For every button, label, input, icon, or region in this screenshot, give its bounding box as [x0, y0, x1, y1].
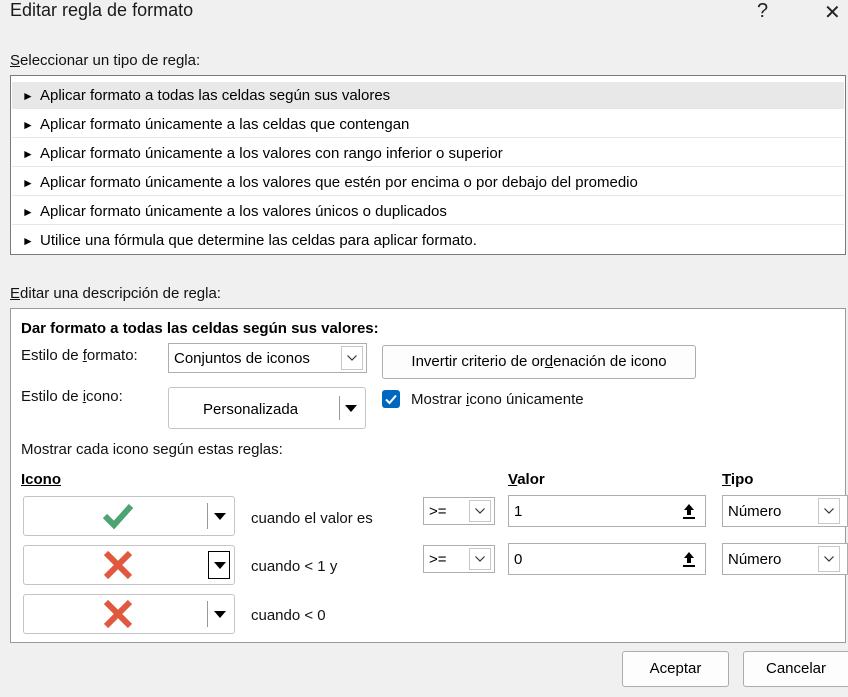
- icon-style-value: Personalizada: [203, 401, 299, 418]
- dropdown-arrow-icon[interactable]: [214, 513, 226, 520]
- rule-type-item[interactable]: ► Aplicar formato únicamente a los valore…: [12, 198, 844, 225]
- rule-type-item-label: Utilice una fórmula que determine las ce…: [40, 232, 477, 249]
- bullet-icon: ►: [22, 176, 34, 190]
- icon-select-1[interactable]: [23, 496, 235, 536]
- close-button[interactable]: ✕: [824, 0, 841, 25]
- reverse-icon-order-button[interactable]: Invertir criterio de ordenación de icono: [382, 345, 696, 379]
- red-x-icon: [103, 550, 133, 580]
- chevron-down-icon[interactable]: [818, 546, 840, 572]
- type-select-2[interactable]: Número: [722, 543, 848, 575]
- bullet-icon: ►: [22, 89, 34, 103]
- green-check-icon: [102, 503, 134, 530]
- show-icon-only-checkbox[interactable]: [382, 390, 400, 408]
- collapse-dialog-icon[interactable]: [676, 499, 702, 523]
- dropdown-arrow-icon[interactable]: [345, 405, 357, 412]
- icon-style-separator: [339, 396, 340, 420]
- chevron-down-icon[interactable]: [341, 346, 363, 370]
- icon-select-3[interactable]: [23, 594, 235, 634]
- condition-label-3: cuando < 0: [251, 607, 326, 624]
- description-label-text: ditar una descripción de regla:: [20, 285, 221, 302]
- cancel-button[interactable]: Cancelar: [743, 651, 848, 687]
- description-panel: Dar formato a todas las celdas según sus…: [10, 308, 848, 643]
- value-input-2[interactable]: 0: [508, 543, 706, 575]
- value-text-2: 0: [514, 551, 523, 568]
- dropdown-arrow-icon[interactable]: [214, 562, 226, 569]
- rule-type-item[interactable]: ► Aplicar formato únicamente a las celdas…: [12, 111, 844, 138]
- value-text-1: 1: [514, 503, 523, 520]
- operator-value-1: >=: [429, 503, 447, 520]
- bullet-icon: ►: [22, 234, 34, 248]
- operator-select-2[interactable]: >=: [423, 545, 495, 573]
- type-value-1: Número: [728, 503, 782, 520]
- icon-rules-label: Mostrar cada icono según estas reglas:: [21, 441, 283, 458]
- rule-type-label-text: eleccionar un tipo de regla:: [20, 52, 201, 69]
- chevron-down-icon[interactable]: [818, 498, 840, 524]
- checkmark-icon: [385, 394, 397, 405]
- rule-type-item-label: Aplicar formato únicamente a las celdas …: [40, 116, 410, 133]
- rule-type-item-label: Aplicar formato únicamente a los valores…: [40, 174, 638, 191]
- rule-type-label: Seleccionar un tipo de regla:: [10, 52, 200, 69]
- rule-type-item[interactable]: ► Aplicar formato únicamente a los valore…: [12, 169, 844, 196]
- icon-select-separator: [207, 601, 208, 627]
- rule-type-label-mnemonic: S: [10, 52, 21, 69]
- value-input-1[interactable]: 1: [508, 495, 706, 527]
- column-header-value: Valor: [508, 471, 545, 488]
- format-style-select[interactable]: Conjuntos de iconos: [168, 343, 367, 373]
- rule-type-item-label: Aplicar formato únicamente a los valores…: [40, 203, 447, 220]
- rule-type-item[interactable]: ► Utilice una fórmula que determine las c…: [12, 227, 844, 254]
- description-label-mnemonic: E: [10, 285, 21, 302]
- description-label: Editar una descripción de regla:: [10, 285, 221, 302]
- accept-button[interactable]: Aceptar: [622, 651, 729, 687]
- chevron-down-icon[interactable]: [469, 500, 491, 522]
- bullet-icon: ►: [22, 118, 34, 132]
- chevron-down-icon[interactable]: [469, 548, 491, 570]
- condition-label-2: cuando < 1 y: [251, 558, 338, 575]
- condition-label-1: cuando el valor es: [251, 510, 373, 527]
- rule-type-item-label: Aplicar formato únicamente a los valores…: [40, 145, 503, 162]
- help-button[interactable]: ?: [757, 0, 768, 23]
- type-value-2: Número: [728, 551, 782, 568]
- description-heading: Dar formato a todas las celdas según sus…: [21, 320, 379, 337]
- icon-style-label: Estilo de icono:: [21, 388, 123, 405]
- rule-type-list[interactable]: ► Aplicar formato a todas las celdas segú…: [10, 75, 846, 255]
- icon-select-separator: [207, 503, 208, 529]
- dropdown-arrow-icon[interactable]: [214, 611, 226, 618]
- icon-style-select[interactable]: Personalizada: [168, 387, 366, 429]
- dialog-title: Editar regla de formato: [10, 0, 194, 20]
- rule-type-item[interactable]: ► Aplicar formato únicamente a los valore…: [12, 140, 844, 167]
- format-style-value: Conjuntos de iconos: [174, 350, 310, 367]
- red-x-icon: [103, 599, 133, 629]
- rule-type-item-label: Aplicar formato a todas las celdas según…: [40, 87, 391, 104]
- format-style-label: Estilo de formato:: [21, 347, 138, 364]
- operator-select-1[interactable]: >=: [423, 497, 495, 525]
- rule-type-item[interactable]: ► Aplicar formato a todas las celdas segú…: [12, 82, 844, 109]
- column-header-icon: Icono: [21, 471, 61, 488]
- bullet-icon: ►: [22, 205, 34, 219]
- type-select-1[interactable]: Número: [722, 495, 848, 527]
- show-icon-only-label[interactable]: Mostrar icono únicamente: [411, 391, 584, 408]
- icon-select-2[interactable]: [23, 545, 235, 585]
- column-header-type: Tipo: [722, 471, 754, 488]
- operator-value-2: >=: [429, 551, 447, 568]
- bullet-icon: ►: [22, 147, 34, 161]
- collapse-dialog-icon[interactable]: [676, 547, 702, 571]
